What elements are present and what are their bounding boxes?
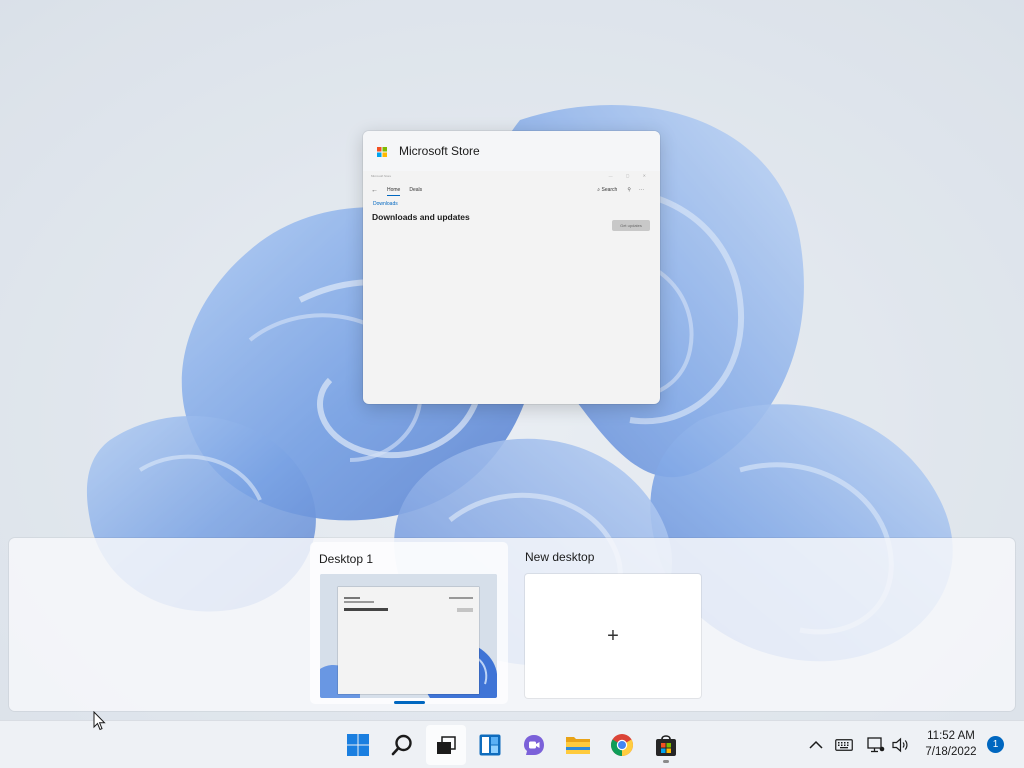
- desktop-1-window-preview: [338, 587, 479, 694]
- preview-tab-deals: Deals: [409, 187, 423, 193]
- microsoft-store-icon: [375, 143, 389, 159]
- preview-get-updates-button: Get updates: [612, 220, 650, 231]
- search-icon: [391, 734, 412, 756]
- new-desktop-button[interactable]: +: [525, 574, 701, 698]
- chrome-icon: [611, 734, 633, 756]
- preview-titlebar: Microsoft Store — ▢ ✕: [367, 171, 656, 180]
- back-arrow-icon: ←: [371, 186, 378, 194]
- active-desktop-indicator: [394, 701, 425, 704]
- running-indicator: [663, 760, 669, 763]
- notification-badge[interactable]: 1: [987, 736, 1004, 753]
- desktop-1-label[interactable]: Desktop 1: [319, 552, 373, 566]
- microsoft-store-icon: [656, 735, 676, 756]
- file-explorer-icon: [566, 737, 590, 754]
- show-hidden-icons-button[interactable]: [805, 733, 827, 757]
- chat-button[interactable]: [514, 725, 554, 765]
- plus-icon: +: [607, 625, 619, 647]
- chrome-button[interactable]: [602, 725, 642, 765]
- desktop-1-thumbnail[interactable]: [320, 574, 497, 698]
- volume-button[interactable]: [889, 733, 913, 757]
- preview-window-controls: — ▢ ✕: [608, 173, 652, 178]
- window-card-title: Microsoft Store: [399, 144, 480, 158]
- task-view-icon: [437, 736, 456, 754]
- preview-tab-home: Home: [387, 187, 401, 196]
- volume-icon: [892, 737, 908, 753]
- keyboard-button[interactable]: [832, 733, 856, 757]
- file-explorer-button[interactable]: [558, 725, 598, 765]
- widgets-button[interactable]: [470, 725, 510, 765]
- network-icon: [867, 737, 885, 753]
- account-icon: ⚲: [627, 187, 631, 193]
- clock-date: 7/18/2022: [925, 746, 977, 758]
- clock-time: 11:52 AM: [927, 730, 975, 742]
- preview-navbar: ← Home Deals ⌕ Search ⚲ ···: [367, 180, 656, 200]
- preview-titlebar-text: Microsoft Store: [371, 173, 392, 178]
- start-icon: [347, 734, 369, 756]
- task-view-button[interactable]: [426, 725, 466, 765]
- taskbar: [0, 720, 1024, 768]
- chat-icon: [524, 735, 544, 755]
- chevron-up-icon: [809, 740, 823, 749]
- system-clock[interactable]: 11:52 AM 7/18/2022: [917, 728, 985, 760]
- network-button[interactable]: [864, 733, 888, 757]
- preview-search-label: Search: [601, 187, 618, 193]
- more-icon: ···: [639, 187, 644, 193]
- search-button[interactable]: [382, 725, 422, 765]
- mouse-cursor-icon: [93, 711, 106, 731]
- preview-search: ⌕ Search: [597, 187, 618, 193]
- microsoft-store-button[interactable]: [646, 725, 686, 765]
- window-card-header: Microsoft Store: [363, 131, 660, 171]
- window-thumbnail-microsoft-store[interactable]: Microsoft Store Microsoft Store — ▢ ✕ ← …: [363, 131, 660, 404]
- keyboard-icon: [835, 739, 853, 751]
- preview-breadcrumb: Downloads: [373, 201, 398, 207]
- virtual-desktops-bar: [9, 538, 1015, 711]
- start-button[interactable]: [338, 725, 378, 765]
- widgets-icon: [479, 734, 501, 756]
- window-preview: Microsoft Store — ▢ ✕ ← Home Deals ⌕ Sea…: [367, 171, 656, 400]
- new-desktop-label[interactable]: New desktop: [525, 550, 594, 564]
